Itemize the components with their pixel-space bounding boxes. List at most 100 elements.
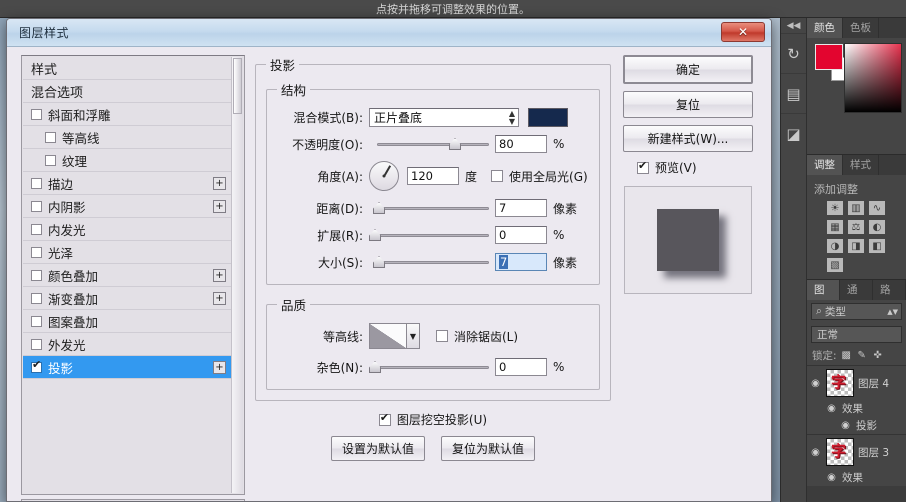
curves-icon[interactable]: ∿	[869, 201, 885, 215]
reset-button[interactable]: 复位	[623, 91, 753, 118]
chevron-down-icon[interactable]: ▼	[407, 323, 420, 349]
styles-list[interactable]: 样式 混合选项 斜面和浮雕 等高线 纹理 描边 + 内阴影 + 内发光 光泽 颜色叠加 + 渐变叠加 + 图案…	[23, 57, 231, 493]
tab-paths[interactable]: 路径	[873, 280, 906, 316]
style-enable-checkbox[interactable]	[31, 108, 42, 120]
add-effect-icon[interactable]: +	[213, 177, 226, 190]
set-default-button[interactable]: 设置为默认值	[330, 436, 425, 461]
styles-list-item[interactable]: 光泽	[23, 241, 231, 264]
styles-list-item[interactable]: 斜面和浮雕	[23, 103, 231, 126]
style-enable-checkbox[interactable]	[31, 200, 42, 212]
table-row[interactable]: ◉ 图层 4	[807, 365, 906, 400]
new-style-button[interactable]: 新建样式(W)...	[623, 125, 753, 152]
collapse-panels-icon[interactable]: ◀◀	[781, 18, 806, 33]
bw-icon[interactable]: ◨	[848, 239, 864, 253]
slider-knob[interactable]	[373, 202, 385, 214]
angle-dial[interactable]	[369, 161, 399, 191]
layer-visibility-icon[interactable]: ◉	[809, 447, 822, 458]
close-icon[interactable]: ✕	[721, 22, 765, 42]
styles-list-item[interactable]: 混合选项	[23, 80, 231, 103]
knockout-checkbox[interactable]	[378, 411, 391, 426]
brightness-icon[interactable]: ☀	[827, 201, 843, 215]
effects-visibility-icon[interactable]: ◉	[825, 472, 838, 483]
distance-input[interactable]: 7	[495, 199, 547, 217]
blend-mode-select[interactable]: 正片叠底 ▲ ▼	[369, 107, 519, 127]
style-enable-checkbox[interactable]	[31, 246, 42, 258]
styles-list-item[interactable]: 外发光	[23, 333, 231, 356]
channelmixer-icon[interactable]: ▧	[827, 258, 843, 272]
reset-default-button[interactable]: 复位为默认值	[441, 436, 536, 461]
slider-knob[interactable]	[369, 361, 381, 373]
lock-image-icon[interactable]: ✎	[858, 350, 869, 361]
contour-preview[interactable]	[369, 323, 407, 349]
add-effect-icon[interactable]: +	[213, 200, 226, 213]
tab-adjustments[interactable]: 调整	[807, 155, 843, 175]
layer-thumbnail[interactable]	[826, 369, 854, 397]
size-slider[interactable]	[369, 253, 489, 271]
angle-input[interactable]: 120	[407, 167, 459, 185]
styles-list-item[interactable]: 内阴影 +	[23, 195, 231, 218]
preview-checkbox[interactable]	[637, 159, 649, 174]
noise-slider[interactable]	[369, 358, 489, 376]
lock-transparent-icon[interactable]: ▩	[842, 350, 853, 361]
slider-knob[interactable]	[449, 138, 461, 150]
antialias-checkbox[interactable]	[436, 330, 448, 342]
tab-swatches[interactable]: 色板	[843, 18, 879, 38]
lock-position-icon[interactable]: ✜	[874, 350, 885, 361]
layer-thumbnail[interactable]	[826, 438, 854, 466]
size-input[interactable]: 7	[495, 253, 547, 271]
exposure-icon[interactable]: ▦	[827, 220, 843, 234]
colorbalance-icon[interactable]: ◑	[827, 239, 843, 253]
tab-layers[interactable]: 图层	[807, 280, 840, 316]
tab-styles[interactable]: 样式	[843, 155, 879, 175]
tab-color[interactable]: 颜色	[807, 18, 843, 38]
noise-input[interactable]: 0	[495, 358, 547, 376]
opacity-slider[interactable]	[369, 135, 489, 153]
style-enable-checkbox[interactable]	[31, 359, 42, 373]
style-enable-checkbox[interactable]	[45, 131, 56, 143]
layer-filter-select[interactable]: ⌕ 类型 ▲▼	[811, 303, 902, 320]
add-effect-icon[interactable]: +	[213, 292, 226, 305]
ok-button[interactable]: 确定	[623, 55, 753, 84]
style-enable-checkbox[interactable]	[31, 292, 42, 304]
styles-list-item[interactable]: 纹理	[23, 149, 231, 172]
effects-visibility-icon[interactable]: ◉	[825, 403, 838, 414]
tab-channels[interactable]: 通道	[840, 280, 873, 316]
scrollbar-thumb[interactable]	[233, 58, 242, 114]
styles-list-item[interactable]: 颜色叠加 +	[23, 264, 231, 287]
add-effect-icon[interactable]: +	[213, 361, 226, 374]
styles-list-item[interactable]: 样式	[23, 57, 231, 80]
styles-list-item[interactable]: 图案叠加	[23, 310, 231, 333]
effect-visibility-icon[interactable]: ◉	[839, 420, 852, 431]
list-item[interactable]: ◉ 投影	[807, 417, 906, 434]
styles-list-item[interactable]: 渐变叠加 +	[23, 287, 231, 310]
style-enable-checkbox[interactable]	[31, 223, 42, 235]
styles-list-scrollbar[interactable]	[231, 57, 243, 493]
styles-list-item[interactable]: 等高线	[23, 126, 231, 149]
dialog-titlebar[interactable]: 图层样式 ✕	[7, 19, 771, 47]
distance-slider[interactable]	[369, 199, 489, 217]
slider-knob[interactable]	[369, 229, 381, 241]
slider-knob[interactable]	[373, 256, 385, 268]
levels-icon[interactable]: ▥	[848, 201, 864, 215]
styles-list-item[interactable]: 内发光	[23, 218, 231, 241]
add-effect-icon[interactable]: +	[213, 269, 226, 282]
style-enable-checkbox[interactable]	[31, 177, 42, 189]
list-item[interactable]: ◉ 效果	[807, 400, 906, 417]
style-enable-checkbox[interactable]	[31, 338, 42, 350]
styles-list-item[interactable]: 投影 +	[23, 356, 231, 379]
style-enable-checkbox[interactable]	[31, 269, 42, 281]
style-enable-checkbox[interactable]	[45, 154, 56, 166]
shadow-color-swatch[interactable]	[528, 107, 568, 127]
opacity-input[interactable]: 80	[495, 135, 547, 153]
spread-input[interactable]: 0	[495, 226, 547, 244]
styles-list-item[interactable]: 描边 +	[23, 172, 231, 195]
foreground-color-swatch[interactable]	[815, 44, 843, 70]
actions-icon[interactable]: ▤	[781, 73, 806, 113]
color-ramp[interactable]	[844, 43, 902, 113]
huesat-icon[interactable]: ◐	[869, 220, 885, 234]
style-enable-checkbox[interactable]	[31, 315, 42, 327]
layer-blend-mode[interactable]: 正常	[811, 326, 902, 343]
global-light-checkbox[interactable]	[491, 170, 504, 182]
layer-visibility-icon[interactable]: ◉	[809, 378, 822, 389]
spread-slider[interactable]	[369, 226, 489, 244]
